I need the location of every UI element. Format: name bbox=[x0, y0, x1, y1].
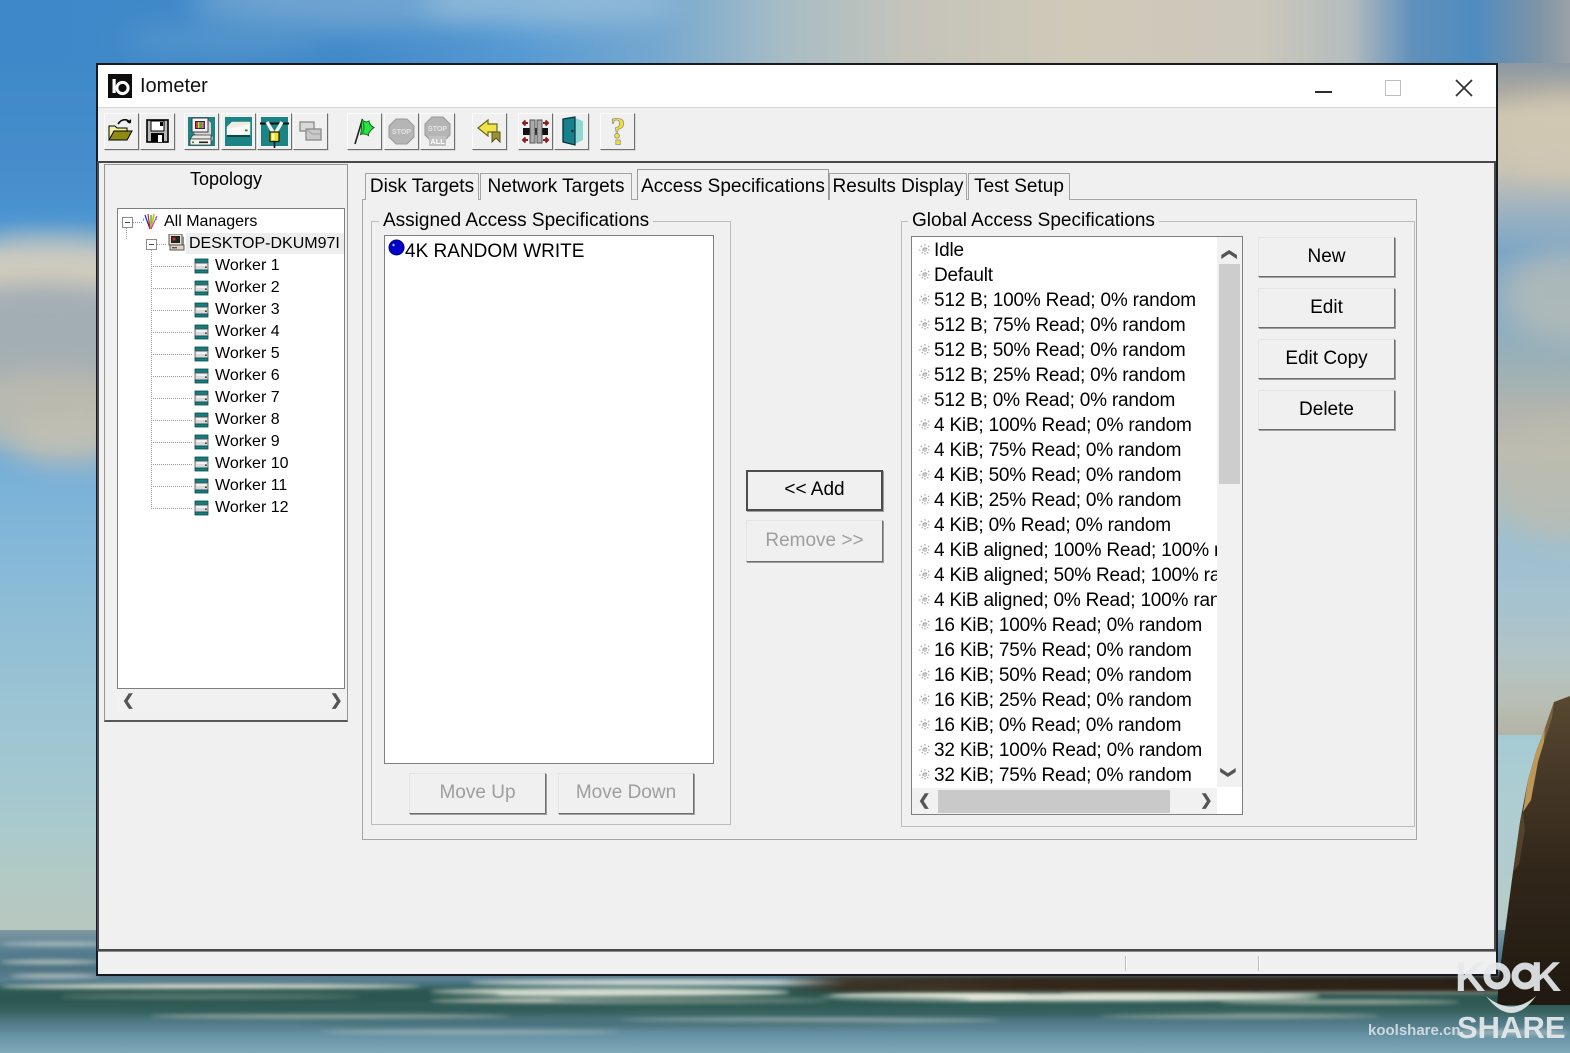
svg-text:K: K bbox=[1455, 953, 1485, 1000]
svg-text:ALL: ALL bbox=[430, 137, 445, 146]
svg-text:STOP: STOP bbox=[392, 129, 411, 136]
svg-text:K: K bbox=[1531, 953, 1561, 1000]
svg-text:SHARE: SHARE bbox=[1457, 1010, 1566, 1045]
svg-text:STOP: STOP bbox=[428, 126, 447, 133]
svg-text:koolshare.cn: koolshare.cn bbox=[1368, 1022, 1461, 1039]
